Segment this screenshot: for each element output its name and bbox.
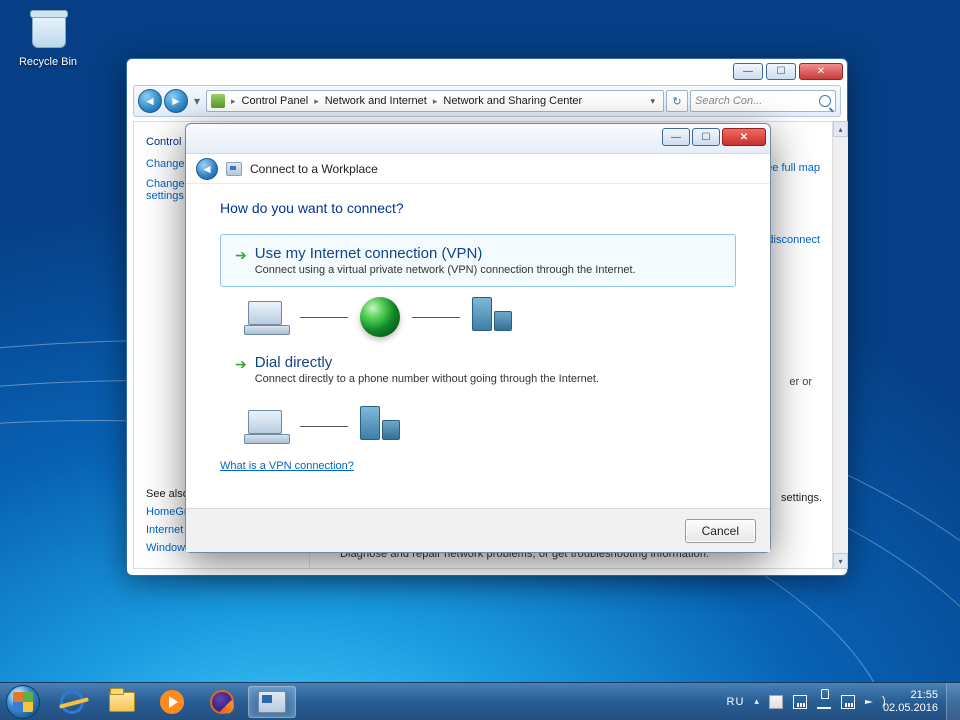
clock-date: 02.05.2016 [883,702,938,715]
scroll-down-icon[interactable]: ▾ [833,553,848,569]
cp-maximize-button[interactable]: ☐ [766,63,796,80]
computer-icon [244,408,288,444]
wizard-question: How do you want to connect? [220,200,736,216]
option-dial-desc: Connect directly to a phone number witho… [255,373,599,385]
language-indicator[interactable]: RU [727,696,745,708]
cp-navbar: ◄ ► ▾ Control Panel Network and Internet… [133,85,841,117]
recycle-bin-icon [24,8,72,52]
text-fragment: er or [789,376,812,388]
start-button[interactable] [0,683,46,720]
option-dial-title: Dial directly [255,354,599,371]
arrow-right-icon: ➔ [235,247,247,264]
scrollbar[interactable]: ▴ ▾ [832,121,848,569]
nav-history-dropdown[interactable]: ▾ [190,89,204,113]
computer-icon [244,299,288,335]
link-what-is-vpn[interactable]: What is a VPN connection? [220,460,354,472]
address-dropdown[interactable]: ▾ [646,96,659,107]
ie-icon [60,690,84,714]
option-dial[interactable]: ➔ Dial directly Connect directly to a ph… [220,343,736,396]
wizard-header: ◄ Connect to a Workplace [186,154,770,184]
wizard-back-button[interactable]: ◄ [196,158,218,180]
dial-diagram [244,406,736,446]
taskbar-media-player[interactable] [148,686,196,718]
taskbar: RU ▴ 21:55 02.05.2016 [0,682,960,720]
wizard-titlebar: — ☐ ✕ [186,124,770,154]
search-icon [819,95,831,107]
scroll-up-icon[interactable]: ▴ [833,121,848,137]
show-desktop-button[interactable] [946,683,960,720]
taskbar-explorer[interactable] [98,686,146,718]
option-vpn[interactable]: ➔ Use my Internet connection (VPN) Conne… [220,234,736,287]
wizard-close-button[interactable]: ✕ [722,128,766,146]
recycle-bin[interactable]: Recycle Bin [12,8,84,68]
option-vpn-title: Use my Internet connection (VPN) [255,245,636,262]
breadcrumb-segment[interactable]: Control Panel [242,95,309,107]
globe-icon [360,297,400,337]
play-icon [160,690,184,714]
wizard-title: Connect to a Workplace [250,162,378,176]
servers-icon [360,406,408,446]
network-window-icon [258,691,286,713]
clock-time: 21:55 [883,689,938,702]
desktop: Recycle Bin — ☐ ✕ ◄ ► ▾ Control Panel Ne… [0,0,960,720]
address-icon [211,94,225,108]
network-tray-icon[interactable] [793,695,807,709]
taskbar-network-center[interactable] [248,686,296,718]
cp-window-controls: — ☐ ✕ [733,63,843,80]
address-bar[interactable]: Control Panel Network and Internet Netwo… [206,90,664,112]
cancel-button[interactable]: Cancel [685,519,756,543]
search-placeholder: Search Con... [695,95,762,107]
power-tray-icon[interactable] [817,695,831,709]
volume-tray-icon[interactable] [865,700,873,704]
option-vpn-desc: Connect using a virtual private network … [255,264,636,276]
clock[interactable]: 21:55 02.05.2016 [883,689,938,715]
taskbar-items [48,683,296,720]
wizard-content: How do you want to connect? ➔ Use my Int… [186,184,770,486]
cp-minimize-button[interactable]: — [733,63,763,80]
search-input[interactable]: Search Con... [690,90,836,112]
cp-close-button[interactable]: ✕ [799,63,843,80]
arrow-right-icon: ➔ [235,356,247,373]
recycle-bin-label: Recycle Bin [12,56,84,68]
breadcrumb-segment[interactable]: Network and Sharing Center [443,95,582,107]
servers-icon [472,297,520,337]
wizard-footer: Cancel [186,508,770,552]
taskbar-ie[interactable] [48,686,96,718]
connect-workplace-dialog: — ☐ ✕ ◄ Connect to a Workplace How do yo… [185,123,771,553]
system-tray: RU ▴ 21:55 02.05.2016 [727,689,946,715]
wizard-minimize-button[interactable]: — [662,128,690,146]
network-tray-icon-2[interactable] [841,695,855,709]
firefox-icon [210,690,234,714]
nav-forward-button[interactable]: ► [164,89,188,113]
wizard-maximize-button[interactable]: ☐ [692,128,720,146]
taskbar-firefox[interactable] [198,686,246,718]
action-center-icon[interactable] [769,695,783,709]
vpn-diagram [244,297,736,337]
text-fragment: settings. [781,492,822,504]
tray-expand-icon[interactable]: ▴ [754,696,759,707]
windows-logo-icon [6,685,40,719]
breadcrumb-segment[interactable]: Network and Internet [325,95,427,107]
wizard-icon [226,162,242,176]
folder-icon [109,692,135,712]
nav-back-button[interactable]: ◄ [138,89,162,113]
refresh-button[interactable]: ↻ [666,90,688,112]
